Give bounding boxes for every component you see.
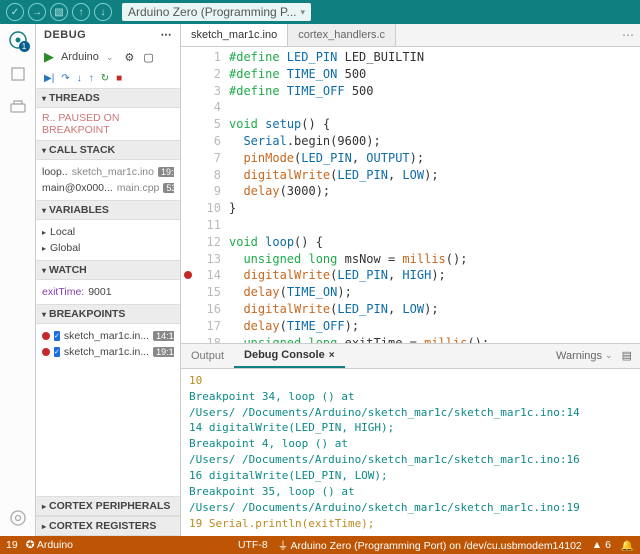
watch-header[interactable]: ▾WATCH — [36, 260, 180, 280]
tab-debug-console[interactable]: Debug Console× — [234, 344, 345, 368]
variable-scope[interactable]: ▸ Local — [42, 224, 174, 240]
cortex-periph-header[interactable]: ▸CORTEX PERIPHERALS — [36, 496, 180, 516]
step-out-icon[interactable]: ↑ — [89, 73, 94, 84]
console-line: 10 — [189, 373, 632, 389]
console-line: Breakpoint 4, loop () at — [189, 436, 632, 452]
debug-console[interactable]: 10Breakpoint 34, loop () at/Users/ /Docu… — [181, 369, 640, 536]
editor-tab[interactable]: sketch_mar1c.ino — [181, 24, 288, 46]
breakpoint-item[interactable]: ✓sketch_mar1c.in...14:1 — [42, 328, 174, 344]
console-line: /Users/ /Documents/Arduino/sketch_mar1c/… — [189, 405, 632, 421]
tab-output[interactable]: Output — [181, 345, 234, 367]
board-selector[interactable]: Arduino Zero (Programming P... ▾ — [122, 3, 311, 21]
clear-console-icon[interactable]: ▤ — [622, 349, 632, 362]
threads-header[interactable]: ▾THREADS — [36, 88, 180, 108]
save-icon[interactable]: ↓ — [94, 3, 112, 21]
chevron-down-icon: ▾ — [301, 7, 306, 18]
more-icon[interactable]: ⋯ — [161, 28, 173, 41]
boards-activity-icon[interactable] — [8, 64, 28, 84]
editor-tabs: sketch_mar1c.inocortex_handlers.c ⋯ — [181, 24, 640, 47]
watch-entry[interactable]: exitTime: 9001 — [42, 284, 174, 300]
status-bar: 19 ✪ Arduino UTF-8 ⏚ Arduino Zero (Progr… — [0, 536, 640, 554]
activity-bar: 1 — [0, 24, 36, 536]
debug-config[interactable]: Arduino — [61, 51, 99, 63]
status-left-num: 19 — [6, 539, 18, 551]
step-into-icon[interactable]: ↓ — [77, 73, 82, 84]
thread-state: R.. PAUSED ON BREAKPOINT — [42, 112, 174, 136]
library-activity-icon[interactable] — [8, 98, 28, 118]
variable-scope[interactable]: ▸ Global — [42, 240, 174, 256]
start-debug-icon[interactable]: ▶ — [44, 49, 54, 65]
cortex-reg-header[interactable]: ▸CORTEX REGISTERS — [36, 516, 180, 536]
console-line: Breakpoint 35, loop () at — [189, 484, 632, 500]
console-line: 16 digitalWrite(LED_PIN, LOW); — [189, 468, 632, 484]
debug-title: DEBUG — [44, 29, 86, 41]
console-line: 14 digitalWrite(LED_PIN, HIGH); — [189, 420, 632, 436]
gear-icon[interactable]: ⚙ — [124, 51, 134, 64]
status-target[interactable]: ✪ Arduino — [26, 539, 73, 551]
upload-icon[interactable]: → — [28, 3, 46, 21]
editor-tab[interactable]: cortex_handlers.c — [288, 24, 396, 46]
console-line: /Users/ /Documents/Arduino/sketch_mar1c/… — [189, 500, 632, 516]
bell-icon[interactable]: 🔔 — [621, 539, 634, 552]
board-name: Arduino Zero (Programming P... — [128, 5, 297, 19]
settings-gear-icon[interactable] — [8, 508, 28, 528]
restart-icon[interactable]: ↻ — [101, 73, 109, 84]
debug-badge: 1 — [19, 41, 30, 52]
open-icon[interactable]: ↑ — [72, 3, 90, 21]
continue-icon[interactable]: ▶| — [44, 73, 54, 84]
stack-frame[interactable]: loop.. sketch_mar1c.ino19:0 — [42, 164, 174, 180]
stop-icon[interactable]: ■ — [116, 73, 122, 84]
top-toolbar: ✓ → ▧ ↑ ↓ Arduino Zero (Programming P...… — [0, 0, 640, 24]
new-icon[interactable]: ▧ — [50, 3, 68, 21]
console-toggle-icon[interactable]: ▢ — [143, 51, 153, 64]
status-port[interactable]: ⏚ Arduino Zero (Programming Port) on /de… — [278, 538, 582, 553]
status-notif[interactable]: ▲ 6 — [592, 539, 611, 551]
breakpoints-header[interactable]: ▾BREAKPOINTS — [36, 304, 180, 324]
callstack-header[interactable]: ▾CALL STACK — [36, 140, 180, 160]
console-line: 19 Serial.println(exitTime); — [189, 516, 632, 532]
console-line: /Users/ /Documents/Arduino/sketch_mar1c/… — [189, 452, 632, 468]
debug-activity-icon[interactable]: 1 — [8, 30, 28, 50]
verify-icon[interactable]: ✓ — [6, 3, 24, 21]
chevron-down-icon[interactable]: ⌄ — [106, 52, 114, 63]
stack-frame[interactable]: main@0x000... main.cpp53:0 — [42, 180, 174, 196]
debug-panel: DEBUG ⋯ ▶ Arduino ⌄ ⚙ ▢ ▶| ↷ ↓ ↑ ↻ ■ ▾TH… — [36, 24, 181, 536]
tab-overflow-icon[interactable]: ⋯ — [622, 28, 634, 42]
close-icon[interactable]: × — [329, 350, 335, 361]
variables-header[interactable]: ▾VARIABLES — [36, 200, 180, 220]
step-over-icon[interactable]: ↷ — [61, 73, 69, 84]
status-encoding[interactable]: UTF-8 — [238, 539, 268, 551]
code-editor[interactable]: 1#define LED_PIN LED_BUILTIN2#define TIM… — [181, 47, 640, 343]
console-line: Breakpoint 34, loop () at — [189, 389, 632, 405]
warnings-dropdown[interactable]: Warnings⌄ ▤ — [556, 349, 632, 362]
editor-area: sketch_mar1c.inocortex_handlers.c ⋯ 1#de… — [181, 24, 640, 536]
breakpoint-item[interactable]: ✓sketch_mar1c.in...19:1 — [42, 344, 174, 360]
